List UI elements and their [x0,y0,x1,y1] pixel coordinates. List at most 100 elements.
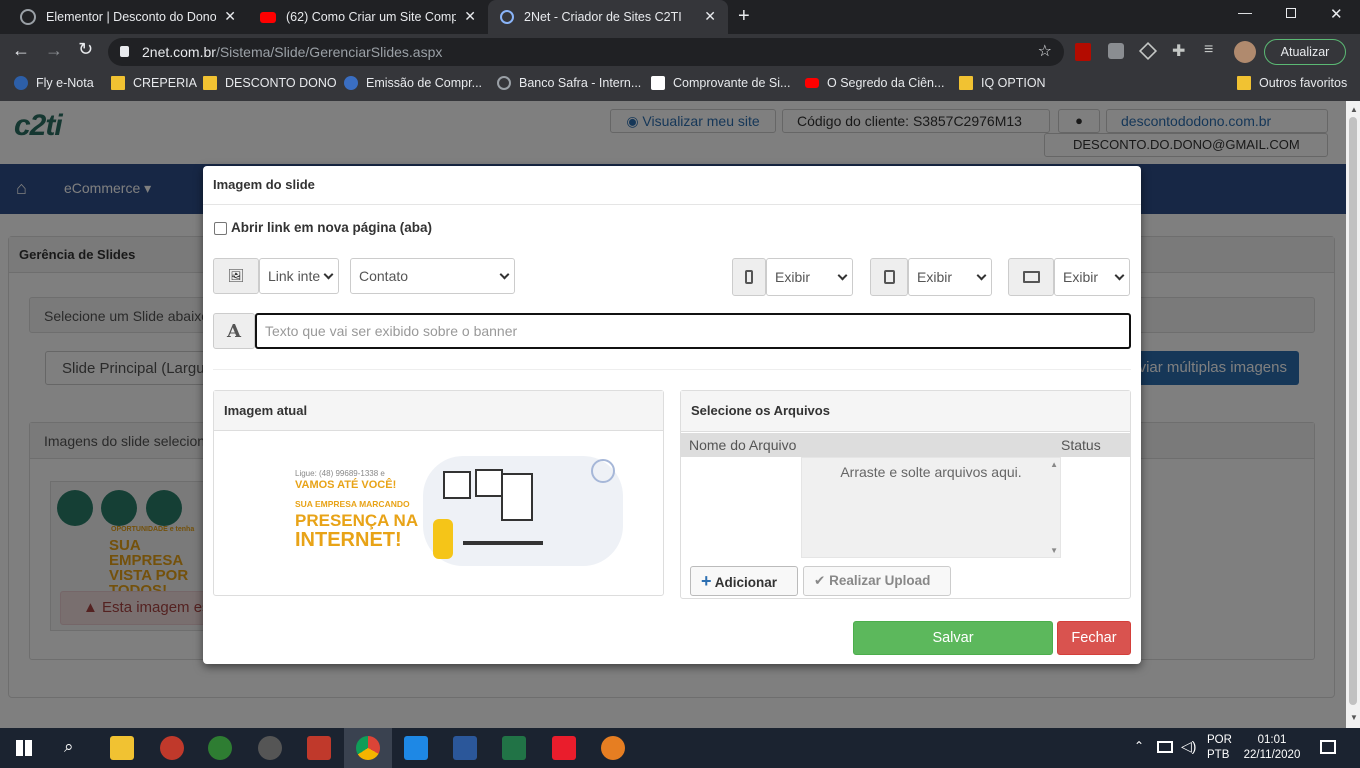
media-queue-icon[interactable]: ≡ [1204,41,1213,59]
excel-icon[interactable] [502,736,526,760]
tab-title: (62) Como Criar um Site Complet [286,10,456,24]
bookmark-other-favorites[interactable]: Outros favoritos [1237,76,1347,90]
app-icon[interactable] [258,736,282,760]
slide-image-modal: Imagem do slide Abrir link em nova págin… [203,166,1141,664]
bookmark-banco-safra[interactable]: Banco Safra - Intern... [497,76,641,90]
link-target-select[interactable]: Contato [350,258,515,294]
save-button[interactable]: Salvar [853,621,1053,655]
reload-icon[interactable]: ↻ [78,39,93,60]
word-icon[interactable] [453,736,477,760]
current-image-title: Imagem atual [214,391,663,431]
bookmark-fly-enota[interactable]: Fly e-Nota [14,76,94,90]
close-icon[interactable]: ✕ [464,8,476,25]
language-indicator[interactable]: POR PTB [1207,733,1232,763]
minimize-icon[interactable]: — [1238,4,1252,20]
scroll-up-icon[interactable]: ▲ [1350,105,1358,114]
close-icon[interactable]: ✕ [704,8,716,25]
bookmark-label: CREPERIA [133,76,197,90]
bookmark-icon [344,76,358,90]
add-files-button[interactable]: + Adicionar [690,566,798,596]
banner-line3: PRESENÇA NA [295,511,419,530]
clock-time: 01:01 [1257,734,1287,746]
search-icon[interactable]: ⌕ [64,737,74,757]
banner-text-input[interactable]: Texto que vai ser exibido sobre o banner [255,313,1131,349]
clock[interactable]: 01:01 22/11/2020 [1242,733,1302,763]
scrollbar-thumb[interactable] [1349,117,1357,705]
modal-title: Imagem do slide [203,166,1141,205]
bookmark-emissao[interactable]: Emissão de Compr... [344,76,482,90]
banner-text-placeholder: Texto que vai ser exibido sobre o banner [265,323,518,339]
chevron-down-icon [323,269,334,280]
windows-start-icon[interactable] [16,740,32,756]
bookmark-iq-option[interactable]: IQ OPTION [959,76,1046,90]
app-icon[interactable] [160,736,184,760]
link-type-select[interactable]: Link interno [259,258,339,294]
mobile-icon [732,258,766,296]
close-button[interactable]: Fechar [1057,621,1131,655]
network-icon[interactable] [1157,741,1173,753]
lock-icon [120,46,129,57]
tab-title: 2Net - Criador de Sites C2TI [524,10,682,24]
scroll-down-icon[interactable]: ▼ [1050,546,1058,555]
tab-title: Elementor | Desconto do Dono [46,10,216,24]
files-table-header: Nome do Arquivo Status [681,433,1130,457]
update-label: Atualizar [1280,45,1330,59]
extension-icon[interactable] [1108,43,1124,59]
close-icon[interactable]: ✕ [224,8,236,25]
desk-shape [463,541,543,545]
bookmark-creperia[interactable]: CREPERIA [111,76,197,90]
site-favicon-icon [500,10,514,24]
cube-extension-icon[interactable] [1138,41,1158,61]
new-tab-plus-icon[interactable]: + [738,5,750,28]
close-window-icon[interactable]: ✕ [1330,5,1343,23]
tab-youtube[interactable]: (62) Como Criar um Site Complet ✕ [248,0,488,34]
file-explorer-icon[interactable] [110,736,134,760]
show-mobile-value: Exibir [775,269,811,285]
chevron-up-icon[interactable]: ⌃ [1134,739,1144,753]
divider [213,369,1131,370]
volume-icon[interactable]: ◁) [1181,738,1196,755]
bookmark-label: Comprovante de Si... [673,76,791,90]
bookmark-o-segredo[interactable]: O Segredo da Ciên... [805,76,944,90]
show-mobile-select[interactable]: Exibir [766,258,853,296]
page-scrollbar[interactable]: ▲ ▼ [1346,101,1360,728]
notifications-icon[interactable] [1320,740,1336,754]
show-desktop-select[interactable]: Exibir [1054,258,1130,296]
bookmark-desconto-dono[interactable]: DESCONTO DONO [203,76,337,90]
bookmark-comprovante[interactable]: Comprovante de Si... [651,76,790,90]
drop-zone[interactable]: Arraste e solte arquivos aqui. ▲ ▼ [801,457,1061,558]
app-icon[interactable] [404,736,428,760]
banner-line1: VAMOS ATÉ VOCÊ! [295,479,397,491]
profile-avatar[interactable] [1234,41,1256,63]
chrome-taskbar-item[interactable] [344,728,392,768]
app-icon[interactable] [208,736,232,760]
scroll-up-icon[interactable]: ▲ [1050,460,1058,469]
tab-elementor[interactable]: Elementor | Desconto do Dono ✕ [8,0,248,34]
address-bar[interactable]: 2net.com.br/Sistema/Slide/GerenciarSlide… [108,38,1064,66]
scroll-down-icon[interactable]: ▼ [1350,713,1358,722]
app-icon[interactable] [307,736,331,760]
star-icon[interactable]: ☆ [1038,38,1052,66]
clock-date: 22/11/2020 [1243,749,1301,761]
show-desktop-value: Exibir [1063,269,1099,285]
back-arrow-icon[interactable]: ← [12,40,30,61]
image-icon: 🖼 [213,258,259,294]
windows-taskbar: ⌕ ⌃ ◁) POR PTB 01:01 22/11/2020 [0,728,1360,768]
chevron-down-icon [976,270,987,281]
pdf-extension-icon[interactable] [1075,43,1091,61]
update-button[interactable]: Atualizar [1264,39,1346,65]
bookmarks-bar: Fly e-Nota CREPERIA DESCONTO DONO Emissã… [0,70,1360,101]
ifood-icon[interactable] [552,736,576,760]
restore-icon[interactable] [1286,8,1296,18]
upload-button[interactable]: ✔ Realizar Upload [803,566,951,596]
puzzle-extensions-icon[interactable]: ✚ [1172,41,1185,61]
tablet-icon [870,258,908,296]
bookmark-label: IQ OPTION [981,76,1046,90]
banner-phone: Ligue: (48) 99689-1338 e [295,469,385,478]
tab-2net[interactable]: 2Net - Criador de Sites C2TI ✕ [488,0,728,34]
forward-arrow-icon[interactable]: → [45,40,63,61]
files-panel: Selecione os Arquivos Nome do Arquivo St… [680,390,1131,599]
show-tablet-select[interactable]: Exibir [908,258,992,296]
new-tab-checkbox[interactable] [214,222,227,235]
app-icon[interactable] [601,736,625,760]
